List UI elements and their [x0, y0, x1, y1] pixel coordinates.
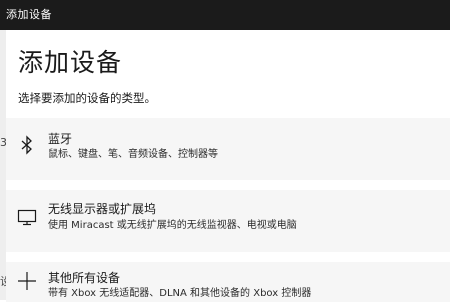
dialog-subtitle: 选择要添加的设备的类型。	[18, 91, 156, 105]
bluetooth-icon	[16, 134, 38, 156]
option-description: 使用 Miracast 或无线扩展坞的无线监视器、电视或电脑	[48, 220, 297, 231]
window-title: 添加设备	[6, 8, 52, 21]
option-description: 带有 Xbox 无线适配器、DLNA 和其他设备的 Xbox 控制器	[48, 288, 312, 299]
option-name: 其他所有设备	[48, 271, 121, 285]
option-name: 无线显示器或扩展坞	[48, 202, 157, 216]
window-titlebar: 添加设备	[0, 0, 450, 30]
option-wireless-display[interactable]: 无线显示器或扩展坞 使用 Miracast 或无线扩展坞的无线监视器、电视或电脑	[6, 190, 450, 252]
option-other-devices[interactable]: 其他所有设备 带有 Xbox 无线适配器、DLNA 和其他设备的 Xbox 控制…	[6, 262, 450, 302]
plus-icon	[16, 270, 38, 292]
option-description: 鼠标、键盘、笔、音频设备、控制器等	[48, 149, 218, 160]
add-device-dialog: 添加设备 选择要添加的设备的类型。 蓝牙 鼠标、键盘、笔、音频设备、控制器等 无…	[6, 30, 450, 302]
monitor-icon	[16, 206, 38, 228]
option-name: 蓝牙	[48, 132, 73, 146]
option-bluetooth[interactable]: 蓝牙 鼠标、键盘、笔、音频设备、控制器等	[6, 118, 450, 180]
dialog-heading: 添加设备	[18, 48, 123, 77]
